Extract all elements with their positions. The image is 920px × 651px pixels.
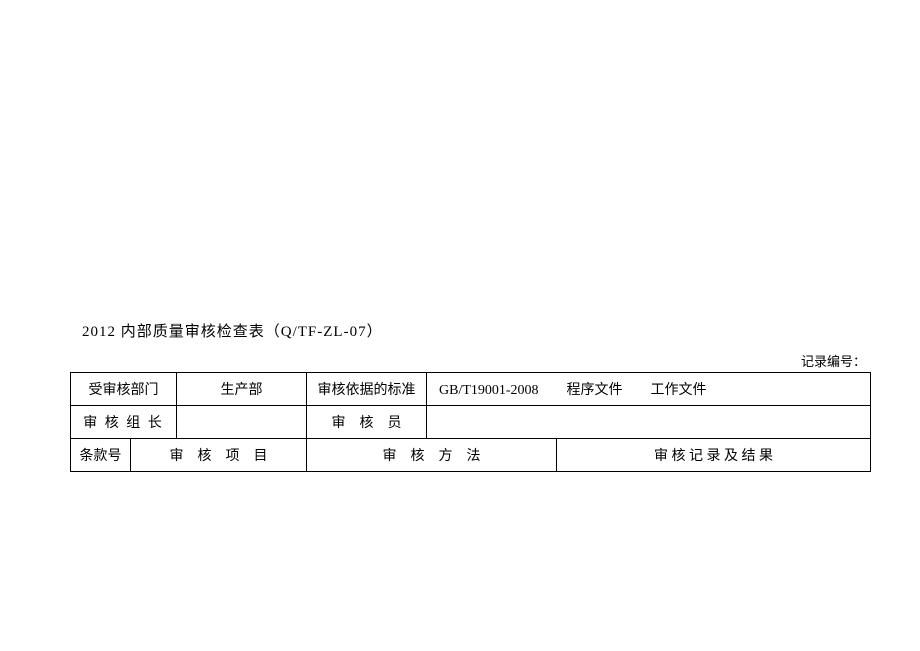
clause-no-header: 条款号 [71, 439, 131, 472]
table-row: 条款号 审 核 项 目 审 核 方 法 审 核 记 录 及 结 果 [71, 439, 871, 472]
standard-value: GB/T19001-2008 程序文件 工作文件 [427, 373, 871, 406]
standard-label: 审核依据的标准 [307, 373, 427, 406]
audit-result-header: 审 核 记 录 及 结 果 [557, 439, 871, 472]
record-number-label: 记录编号： [70, 351, 870, 370]
auditor-label: 审 核 员 [307, 406, 427, 439]
audit-item-header: 审 核 项 目 [131, 439, 307, 472]
table-row: 审 核 组 长 审 核 员 [71, 406, 871, 439]
leader-value [177, 406, 307, 439]
document-title: 2012 内部质量审核检查表（Q/TF-ZL-07） [82, 320, 870, 341]
leader-label: 审 核 组 长 [71, 406, 177, 439]
auditor-value [427, 406, 871, 439]
audit-table: 受审核部门 生产部 审核依据的标准 GB/T19001-2008 程序文件 工作… [70, 372, 871, 472]
table-row: 受审核部门 生产部 审核依据的标准 GB/T19001-2008 程序文件 工作… [71, 373, 871, 406]
audit-method-header: 审 核 方 法 [307, 439, 557, 472]
dept-value: 生产部 [177, 373, 307, 406]
dept-label: 受审核部门 [71, 373, 177, 406]
